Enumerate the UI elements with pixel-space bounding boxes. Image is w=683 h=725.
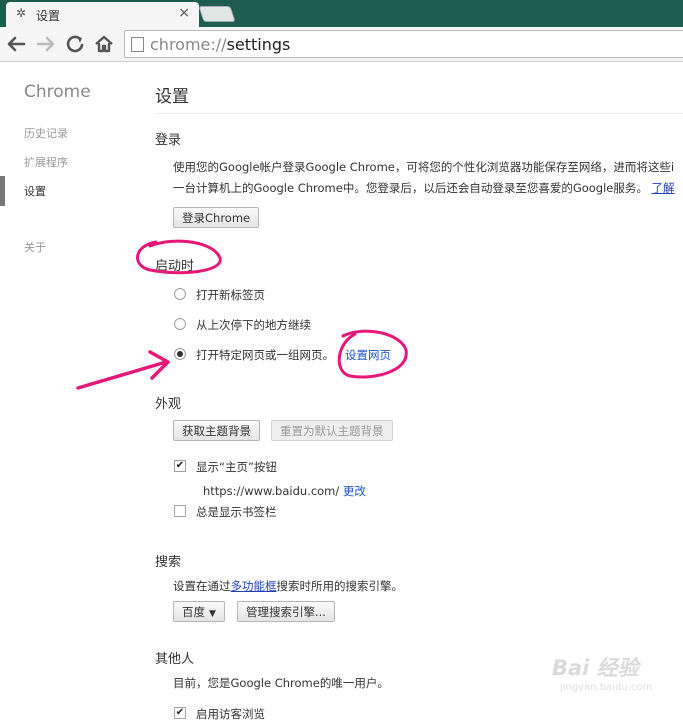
- watermark: Bai 经验 jingyan.baidu.com: [552, 652, 680, 722]
- startup-circle-annotation: [136, 239, 222, 275]
- arrow-annotation: [76, 350, 170, 390]
- annotation-overlay: [76, 239, 408, 390]
- watermark-url: jingyan.baidu.com: [560, 682, 653, 693]
- set-pages-circle-annotation: [337, 329, 408, 379]
- watermark-text: Bai 经验: [552, 656, 639, 680]
